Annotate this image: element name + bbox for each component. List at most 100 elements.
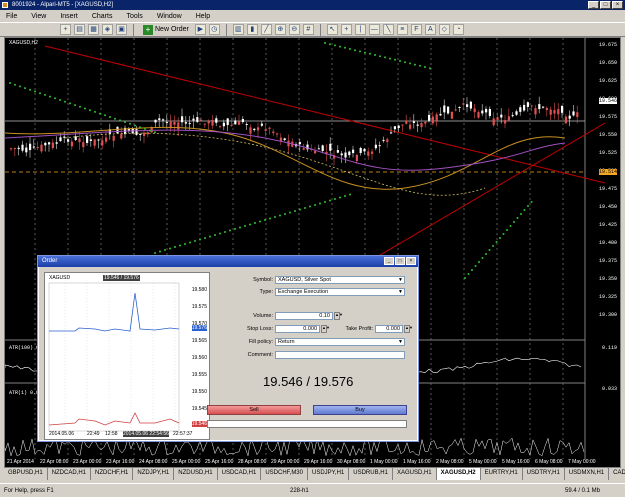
candle-body <box>101 140 104 146</box>
dialog-close-button[interactable]: × <box>406 257 416 265</box>
navigator-icon[interactable]: ◈ <box>102 24 113 35</box>
sar-dot <box>289 211 291 214</box>
sar-dot <box>184 243 186 245</box>
menu-view[interactable]: View <box>31 13 46 20</box>
take-profit-stepper[interactable]: ▲▼ <box>404 325 413 333</box>
sar-dot <box>384 56 386 59</box>
chart-tab[interactable]: NZDJPY,H1 <box>133 468 175 480</box>
candle-body <box>40 144 43 152</box>
market-watch-icon[interactable]: ▦ <box>88 24 99 35</box>
chart-tab[interactable]: USDTRY,H1 <box>523 468 565 480</box>
chart-tab[interactable]: USDJPY,H1 <box>308 468 350 480</box>
chart-tab[interactable]: NZDCAD,H1 <box>48 468 92 480</box>
sar-dot <box>344 46 346 49</box>
line-chart-icon[interactable]: ╱ <box>260 24 272 35</box>
fill-policy-select[interactable]: Return <box>275 338 405 346</box>
crosshair-icon[interactable]: + <box>340 24 352 35</box>
chart-tab[interactable]: NZDUSD,H1 <box>174 468 218 480</box>
price-axis-label: 19.400 <box>598 240 617 246</box>
menu-help[interactable]: Help <box>196 13 210 20</box>
stop-loss-stepper[interactable]: ▲▼ <box>321 325 330 333</box>
time-axis-label: 23 Apr 00:00 <box>73 459 102 465</box>
price-axis-label: 19.575 <box>598 114 617 120</box>
menu-file[interactable]: File <box>6 13 17 20</box>
tick-chart-axis-label: 19.565 <box>191 338 207 344</box>
candle-body <box>386 139 389 142</box>
volume-input[interactable]: 0.10 <box>275 312 333 320</box>
menu-tools[interactable]: Tools <box>126 13 142 20</box>
candle-body <box>234 120 237 125</box>
zoom-in-icon[interactable]: ⊕ <box>274 24 286 35</box>
new-chart-icon[interactable]: + <box>60 24 71 35</box>
close-button[interactable]: × <box>612 1 623 9</box>
sar-dot <box>99 112 101 115</box>
chart-tab[interactable]: GBPUSD,H1 <box>4 468 48 480</box>
clock-icon[interactable]: ◷ <box>208 24 220 35</box>
sar-dot <box>274 216 276 218</box>
fibo-icon[interactable]: F <box>410 24 422 35</box>
sar-dot <box>344 195 346 197</box>
candle-body <box>363 148 366 152</box>
candle-body <box>553 110 556 114</box>
chart-tab[interactable]: NZDCHF,H1 <box>91 468 134 480</box>
dialog-maximize-button[interactable]: □ <box>395 257 405 265</box>
chart-tab[interactable]: EURTRY,H1 <box>481 468 523 480</box>
sar-dot <box>164 249 166 251</box>
buy-button[interactable]: Buy <box>313 405 407 415</box>
tick-chart-time1: 22:49 <box>87 431 100 437</box>
sar-dot <box>523 209 526 211</box>
type-select[interactable]: Exchange Execution <box>275 288 405 296</box>
vertical-line-icon[interactable]: | <box>354 24 366 35</box>
candle-body <box>420 123 423 128</box>
sar-dot <box>139 126 141 129</box>
trendline-icon[interactable]: ╲ <box>382 24 394 35</box>
zoom-out-icon[interactable]: ⊖ <box>288 24 300 35</box>
chart-tab[interactable]: CADCHF,H1 <box>609 468 625 480</box>
maximize-button[interactable]: □ <box>600 1 611 9</box>
tick-chart-frame <box>48 282 180 432</box>
menu-window[interactable]: Window <box>157 13 182 20</box>
chart-tab[interactable]: USDCAD,H1 <box>218 468 262 480</box>
symbol-select[interactable]: XAGUSD, Silver Spot <box>275 276 405 284</box>
timeframes-icon[interactable]: ◔ <box>452 24 464 35</box>
channel-icon[interactable]: ≡ <box>396 24 408 35</box>
grid-icon[interactable]: # <box>302 24 314 35</box>
sar-dot <box>492 245 494 247</box>
sar-dot <box>24 87 26 90</box>
candle-body <box>469 101 472 109</box>
price-axis-label: 19.450 <box>598 204 617 210</box>
candle-chart-icon[interactable]: ▮ <box>246 24 258 35</box>
chart-tab[interactable]: XAGUSD,H2 <box>436 468 481 480</box>
chart-tab[interactable]: USDCHF,M30 <box>261 468 308 480</box>
candle-body <box>359 147 362 153</box>
candle-body <box>55 142 58 144</box>
profiles-icon[interactable]: ▤ <box>74 24 85 35</box>
horizontal-line-icon[interactable]: — <box>368 24 380 35</box>
toolbox-icon[interactable]: ▣ <box>116 24 127 35</box>
sar-dot <box>19 85 21 88</box>
stop-loss-input[interactable]: 0.000 <box>275 325 320 333</box>
chart-tab[interactable]: XAGUSD,H1 <box>393 468 437 480</box>
chart-tab[interactable]: USDMXN,H1 <box>565 468 610 480</box>
bar-chart-icon[interactable]: ▥ <box>232 24 244 35</box>
volume-stepper[interactable]: ▲▼ <box>334 312 343 320</box>
new-order-button[interactable]: + New Order <box>140 24 192 35</box>
take-profit-input[interactable]: 0.000 <box>375 325 403 333</box>
shapes-icon[interactable]: ◇ <box>438 24 450 35</box>
comment-input[interactable] <box>275 351 405 359</box>
candle-body <box>298 142 301 145</box>
algo-trading-icon[interactable]: ▶ <box>194 24 206 35</box>
menu-charts[interactable]: Charts <box>92 13 113 20</box>
order-dialog: Order _ □ × XAGUSD 19.546 / 19.576 19.58… <box>37 255 419 442</box>
chart-tab[interactable]: USDRUB,H1 <box>349 468 393 480</box>
candle-body <box>367 151 370 156</box>
sell-button[interactable]: Sell <box>207 405 301 415</box>
cursor-icon[interactable]: ↖ <box>326 24 338 35</box>
sar-dot <box>109 116 111 118</box>
menu-insert[interactable]: Insert <box>60 13 78 20</box>
text-icon[interactable]: A <box>424 24 436 35</box>
dialog-minimize-button[interactable]: _ <box>384 257 394 265</box>
minimize-button[interactable]: _ <box>588 1 599 9</box>
time-axis-label: 30 Apr 08:00 <box>337 459 366 465</box>
candle-body <box>188 123 191 125</box>
